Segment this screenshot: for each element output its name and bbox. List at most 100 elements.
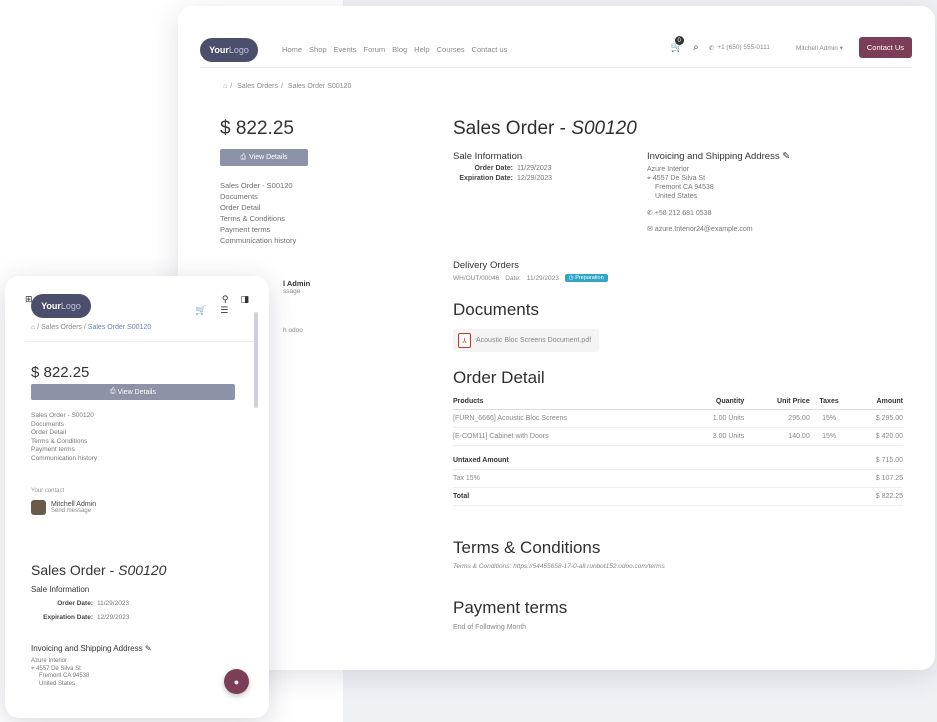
breadcrumb-current: Sales Order S00120 (87, 324, 152, 331)
scrollbar[interactable] (254, 312, 258, 408)
documents-section: Documents ⅄ Acoustic Bloc Screens Docume… (453, 300, 600, 352)
toc-item[interactable]: Documents (220, 191, 350, 202)
home-icon[interactable]: ⌂ (31, 324, 35, 331)
chat-icon[interactable]: ● (224, 669, 249, 694)
order-detail-section: Order Detail Products Quantity Unit Pric… (453, 368, 903, 506)
nav-link-courses[interactable]: Courses (437, 45, 465, 54)
phone-icon: ✆ (708, 44, 715, 52)
nav-link-forum[interactable]: Forum (363, 45, 385, 54)
view-details-label: View Details (117, 388, 156, 396)
cell-tax: 15% (809, 409, 849, 428)
chevron-down-icon: ▾ (839, 44, 843, 52)
cell-product[interactable]: [E-COM11] Cabinet with Doors (453, 427, 682, 446)
address-line: Azure Interior (647, 166, 690, 173)
col-unit-price: Unit Price (744, 394, 810, 410)
total-value: $ 822.25 (848, 487, 903, 506)
nav-link-blog[interactable]: Blog (392, 45, 407, 54)
order-date-value: 11/29/2023 (97, 600, 130, 607)
toc-item[interactable]: Communication history (31, 455, 97, 464)
cell-qty: 3.00 Units (681, 427, 745, 446)
order-date-value: 11/29/2023 (517, 165, 552, 172)
desktop-sidebar: $ 822.25 ⎙ View Details Sales Order - S00… (220, 118, 350, 246)
untaxed-label: Untaxed Amount (453, 451, 849, 470)
phone-text: +1 (650) 555-0111 (717, 44, 770, 51)
cart-icon[interactable]: 🛒 (195, 305, 206, 316)
cart-icon[interactable]: 🛒 0 (671, 36, 684, 53)
expiration-date-label: Expiration Date: (459, 175, 513, 182)
edit-icon[interactable]: ✎ (145, 644, 152, 653)
table-header-row: Products Quantity Unit Price Taxes Amoun… (453, 394, 903, 410)
user-menu[interactable]: Mitchell Admin ▾ (796, 44, 843, 52)
nav-link-events[interactable]: Events (334, 45, 357, 54)
toc-item[interactable]: Documents (31, 421, 97, 430)
toc-item[interactable]: Communication history (220, 235, 350, 246)
breadcrumb: ⌂ / Sales Orders / Sales Order S00120 (31, 324, 152, 331)
order-date-label: Order Date: (474, 165, 513, 172)
order-detail-heading: Order Detail (453, 368, 545, 387)
mobile-nav-icons: 🛒 ☰ (195, 305, 228, 316)
delivery-orders: Delivery Orders WH/OUT/00046 Date: 11/29… (453, 260, 608, 282)
toc-item[interactable]: Order Detail (220, 202, 350, 213)
page-title: Sales Order - S00120 (31, 562, 166, 578)
breadcrumb-sales-orders[interactable]: Sales Orders (237, 83, 278, 90)
map-marker-icon: ⌖ (31, 665, 35, 672)
pin-icon[interactable]: ⚲ (222, 294, 229, 305)
partner-email: azure.Interior24@example.com (654, 226, 753, 233)
cell-tax: 15% (809, 427, 849, 446)
toc-item[interactable]: Terms & Conditions (220, 213, 350, 224)
delivery-ref: WH/OUT/00046 (453, 274, 500, 282)
cell-product[interactable]: [FURN_6666] Acoustic Bloc Screens (453, 409, 682, 428)
address-text: Azure Interior ⌖ 4557 De Silva St Fremon… (647, 165, 907, 201)
toc-item[interactable]: Sales Order - S00120 (31, 412, 97, 421)
terms-text[interactable]: Terms & Conditions: https://54455658-17-… (453, 563, 665, 570)
contact-us-button[interactable]: Contact Us (858, 37, 912, 58)
view-details-button[interactable]: ⎙ View Details (220, 149, 308, 166)
map-marker-icon: ⌖ (647, 175, 651, 182)
stage: Your Logo Home Shop Events Forum Blog Hel… (0, 0, 937, 722)
delivery-date: 11/29/2023 (526, 274, 559, 282)
expiration-date-row: Expiration Date: 12/29/2023 (453, 175, 633, 182)
site-logo[interactable]: Your Logo (31, 294, 91, 318)
delivery-heading: Delivery Orders (453, 260, 519, 271)
toc-item[interactable]: Sales Order - S00120 (220, 180, 350, 191)
address-line: 4557 De Silva St (36, 665, 81, 672)
address-line: 4557 De Silva St (652, 175, 706, 182)
window-icon[interactable]: ◨ (240, 294, 249, 305)
order-date-row: Order Date: 11/29/2023 (31, 600, 129, 607)
payment-terms-text: End of Following Month (453, 624, 527, 631)
nav-link-contact[interactable]: Contact us (472, 45, 508, 54)
toc-item[interactable]: Order Detail (31, 429, 97, 438)
clock-icon: ◷ (568, 275, 574, 281)
phone-link[interactable]: ✆ +1 (650) 555-0111 (709, 44, 770, 52)
edit-icon[interactable]: ✎ (782, 151, 790, 162)
col-products: Products (453, 394, 682, 410)
toc-item[interactable]: Payment terms (220, 224, 350, 235)
breadcrumb-sales-orders[interactable]: Sales Orders (41, 324, 82, 331)
divider (25, 341, 255, 342)
address-line: Azure Interior (31, 658, 68, 664)
search-icon[interactable]: ⌕ (693, 42, 699, 53)
nav-link-shop[interactable]: Shop (309, 45, 327, 54)
nav-link-help[interactable]: Help (414, 45, 429, 54)
toc-item[interactable]: Terms & Conditions (31, 438, 97, 447)
nav-link-home[interactable]: Home (282, 45, 302, 54)
tax-value: $ 107.25 (848, 469, 903, 488)
toc-item[interactable]: Payment terms (31, 446, 97, 455)
user-menu-label: Mitchell Admin (795, 44, 838, 52)
document-attachment[interactable]: ⅄ Acoustic Bloc Screens Document.pdf (453, 329, 600, 352)
delivery-row[interactable]: WH/OUT/00046 Date: 11/29/2023 ◷ Preparat… (453, 274, 608, 282)
delivery-date-label: Date: (505, 274, 521, 282)
contact-name-partial: l Admin (283, 279, 311, 288)
order-date-row: Order Date: 11/29/2023 (453, 165, 633, 172)
home-icon[interactable]: ⌂ (223, 83, 227, 90)
title-prefix: Sales Order - (31, 562, 119, 578)
menu-icon[interactable]: ☰ (220, 305, 228, 316)
address-line: United States (39, 680, 76, 687)
title-ref: S00120 (571, 118, 637, 139)
view-details-label: View Details (249, 154, 288, 161)
documents-heading: Documents (453, 300, 539, 319)
view-details-button[interactable]: ⎙ View Details (31, 384, 235, 400)
site-logo[interactable]: Your Logo (200, 37, 258, 62)
send-message-link[interactable]: Send message (51, 508, 96, 514)
document-name: Acoustic Bloc Screens Document.pdf (476, 337, 592, 344)
